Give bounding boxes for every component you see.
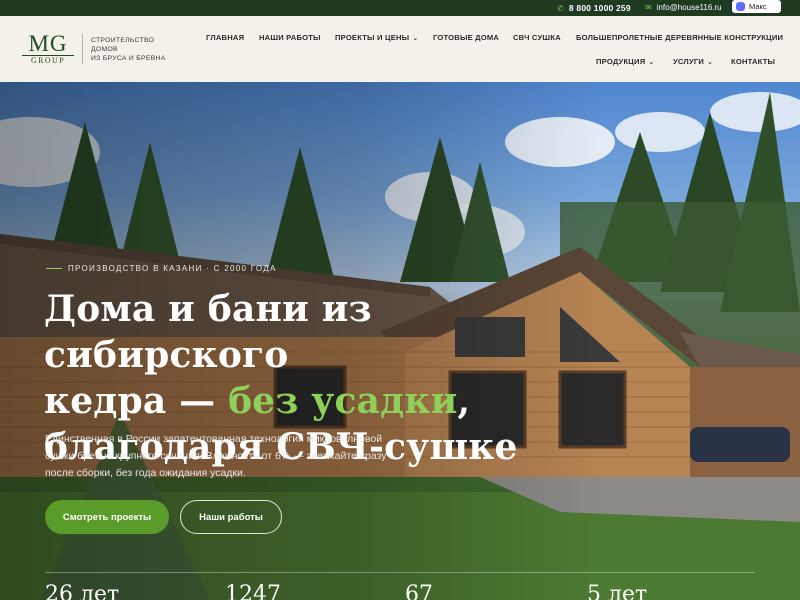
nav-home[interactable]: ГЛАВНАЯ bbox=[206, 33, 244, 42]
headline-accent: без усадки bbox=[228, 380, 458, 422]
company-tagline: СТРОИТЕЛЬСТВО ДОМОВ ИЗ БРУСА И БРЕВНА bbox=[91, 36, 166, 63]
phone-link[interactable]: ✆ 8 800 1000 259 bbox=[557, 3, 631, 13]
nav-contacts[interactable]: КОНТАКТЫ bbox=[731, 57, 775, 66]
tagline-line-3: ИЗ БРУСА И БРЕВНА bbox=[91, 55, 166, 62]
nav-ready-label: ГОТОВЫЕ ДОМА bbox=[433, 33, 500, 42]
max-messenger-label: Макс bbox=[749, 2, 767, 11]
nav-home-label: ГЛАВНАЯ bbox=[206, 33, 245, 42]
logo-divider bbox=[82, 34, 83, 64]
nav-large-span-label: БОЛЬШЕПРОЛЕТНЫЕ ДЕРЕВЯННЫЕ КОНСТРУКЦИИ bbox=[576, 33, 784, 42]
view-projects-button[interactable]: Смотреть проекты bbox=[45, 500, 169, 534]
our-works-button[interactable]: Наши работы bbox=[180, 500, 282, 534]
phone-number: 8 800 1000 259 bbox=[568, 3, 631, 13]
nav-large-span[interactable]: БОЛЬШЕПРОЛЕТНЫЕ ДЕРЕВЯННЫЕ КОНСТРУКЦИИ bbox=[576, 33, 783, 42]
stat-years: 26 лет bbox=[45, 582, 120, 600]
nav-ready-houses[interactable]: ГОТОВЫЕ ДОМА bbox=[433, 33, 499, 42]
nav-projects[interactable]: ПРОЕКТЫ И ЦЕНЫ ⌄ bbox=[335, 33, 418, 42]
nav-microwave-drying[interactable]: СВЧ СУШКА bbox=[513, 33, 561, 42]
eyebrow-text: ПРОИЗВОДСТВО В КАЗАНИ · С 2000 ГОДА bbox=[68, 264, 277, 273]
nav-products-label: ПРОДУКЦИЯ bbox=[596, 57, 646, 66]
our-works-label: Наши работы bbox=[199, 511, 263, 523]
email-address: info@house116.ru bbox=[656, 3, 722, 12]
nav-products[interactable]: ПРОДУКЦИЯ ⌄ bbox=[596, 57, 654, 66]
chevron-down-icon: ⌄ bbox=[707, 59, 714, 66]
mail-icon: ✉ bbox=[645, 3, 652, 12]
email-link[interactable]: ✉ info@house116.ru bbox=[645, 3, 722, 12]
stat-warranty: 5 лет bbox=[587, 582, 648, 600]
nav-works[interactable]: НАШИ РАБОТЫ bbox=[259, 33, 321, 42]
top-bar: ✆ 8 800 1000 259 ✉ info@house116.ru Макс bbox=[0, 0, 800, 16]
chevron-down-icon: ⌄ bbox=[648, 59, 655, 66]
nav-microwave-label: СВЧ СУШКА bbox=[513, 33, 561, 42]
phone-icon: ✆ bbox=[557, 3, 564, 13]
nav-works-label: НАШИ РАБОТЫ bbox=[259, 33, 321, 42]
nav-services[interactable]: УСЛУГИ ⌄ bbox=[673, 57, 713, 66]
logo[interactable]: MG GROUP bbox=[22, 31, 74, 65]
chevron-down-icon: ⌄ bbox=[412, 35, 419, 42]
hero-eyebrow: ПРОИЗВОДСТВО В КАЗАНИ · С 2000 ГОДА bbox=[46, 264, 277, 273]
stats-divider bbox=[45, 572, 755, 573]
view-projects-label: Смотреть проекты bbox=[62, 511, 152, 523]
headline-line-2-prefix: кедра — bbox=[44, 380, 229, 422]
nav-services-label: УСЛУГИ bbox=[673, 57, 705, 66]
stat-houses: 1247 bbox=[225, 582, 281, 600]
logo-sub: GROUP bbox=[22, 55, 74, 65]
tagline-line-2: ДОМОВ bbox=[91, 46, 118, 53]
eyebrow-line bbox=[46, 268, 62, 269]
max-messenger-icon bbox=[736, 2, 745, 11]
headline-line-2-suffix: , bbox=[457, 380, 471, 422]
logo-mark: MG bbox=[28, 31, 68, 56]
hero-section: ПРОИЗВОДСТВО В КАЗАНИ · С 2000 ГОДА Дома… bbox=[0, 82, 800, 600]
nav-projects-label: ПРОЕКТЫ И ЦЕНЫ bbox=[335, 33, 410, 42]
tagline-line-1: СТРОИТЕЛЬСТВО bbox=[91, 37, 155, 44]
hero-description: Единственная в России запатентованная те… bbox=[45, 433, 387, 479]
nav-contacts-label: КОНТАКТЫ bbox=[731, 57, 776, 66]
stat-count: 67 bbox=[405, 582, 433, 600]
max-messenger-button[interactable]: Макс bbox=[732, 0, 781, 13]
headline-line-1: Дома и бани из сибирского bbox=[44, 288, 372, 376]
site-header: MG GROUP СТРОИТЕЛЬСТВО ДОМОВ ИЗ БРУСА И … bbox=[0, 16, 800, 82]
